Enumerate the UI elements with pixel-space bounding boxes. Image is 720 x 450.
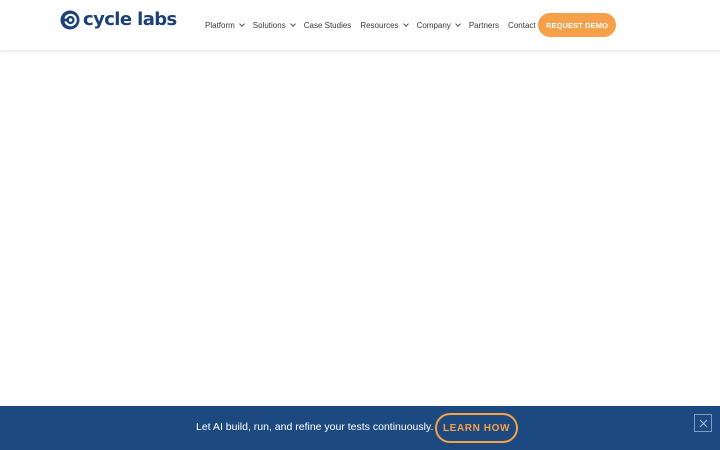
nav-item-label: Partners [468, 20, 500, 30]
page: cycle labs Platform Solutions Case Studi… [0, 0, 720, 450]
chevron-down-icon [238, 21, 245, 27]
main-nav: Platform Solutions Case Studies Resource… [205, 17, 557, 33]
logo-text: cycle labs [83, 9, 177, 30]
nav-item-platform[interactable]: Platform [205, 20, 245, 30]
nav-item-partners[interactable]: Partners [469, 21, 499, 30]
banner-text: Let AI build, run, and refine your tests… [196, 421, 434, 433]
nav-item-solutions[interactable]: Solutions [252, 20, 296, 30]
chevron-down-icon [454, 21, 461, 27]
learn-how-button[interactable]: LEARN HOW [435, 413, 518, 443]
nav-item-label: Company [416, 20, 451, 30]
nav-item-company[interactable]: Company [416, 20, 461, 30]
nav-item-label: Case Studies [303, 20, 352, 30]
chevron-down-icon [289, 21, 296, 27]
close-icon [699, 419, 707, 427]
nav-item-resources[interactable]: Resources [360, 20, 409, 30]
cycle-labs-logo-icon [60, 10, 80, 30]
banner-close-button[interactable] [694, 414, 712, 432]
request-demo-button[interactable]: REQUEST DEMO [538, 13, 616, 37]
chevron-down-icon [402, 21, 409, 27]
nav-item-label: Resources [360, 20, 399, 30]
nav-item-label: Solutions [252, 20, 286, 30]
nav-item-case-studies[interactable]: Case Studies [304, 21, 352, 30]
site-header: cycle labs Platform Solutions Case Studi… [0, 0, 720, 51]
promo-banner: Let AI build, run, and refine your tests… [0, 406, 720, 450]
site-logo[interactable]: cycle labs [60, 9, 177, 31]
nav-item-label: Platform [205, 20, 235, 30]
